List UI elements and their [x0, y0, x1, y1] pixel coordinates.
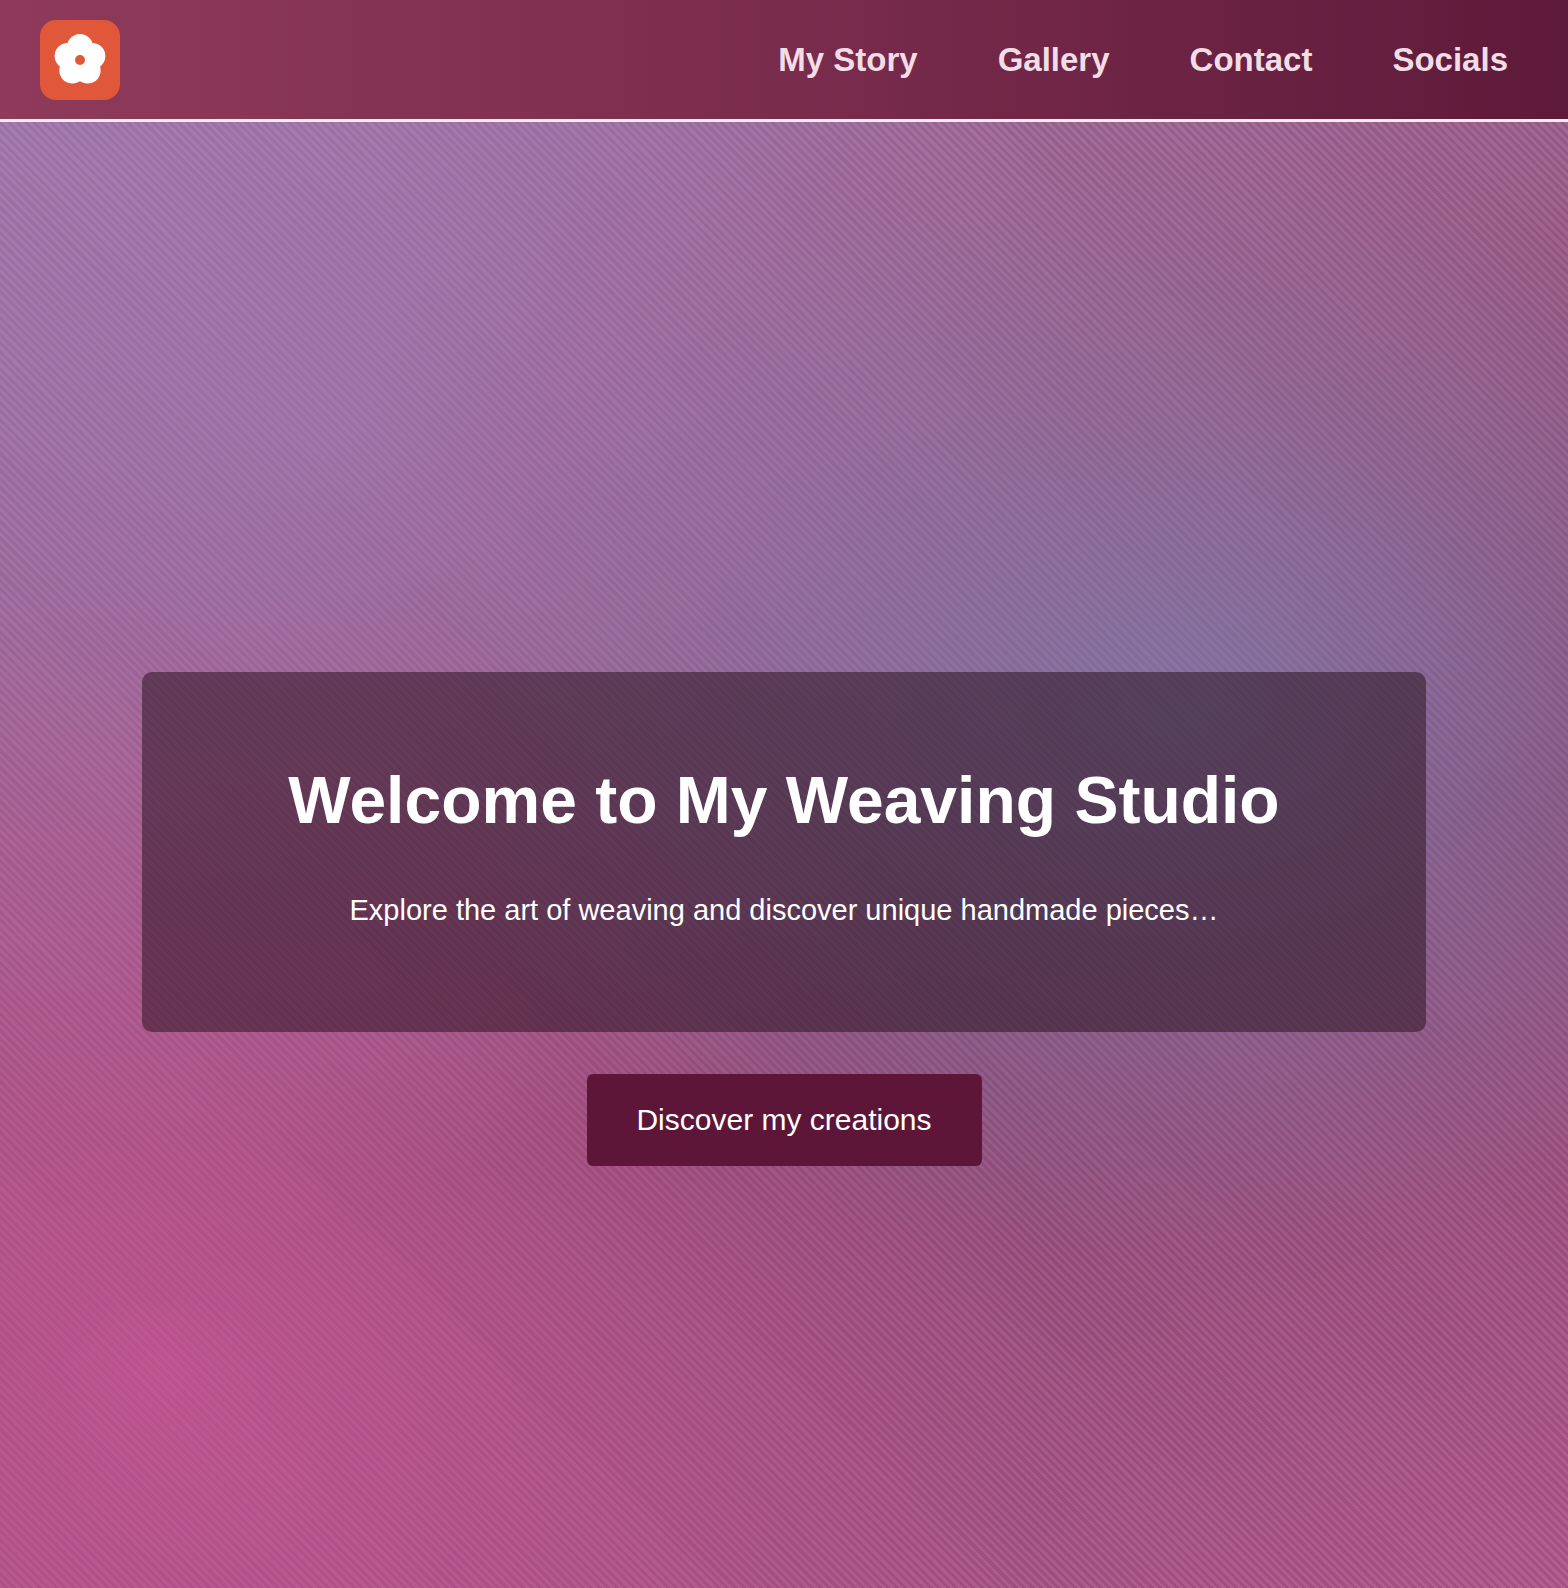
page: My Story Gallery Contact Socials Welcome to … [0, 0, 1568, 1588]
flower-icon [40, 20, 120, 100]
nav-link[interactable]: My Story [778, 41, 917, 79]
nav-link[interactable]: Contact [1190, 41, 1313, 79]
nav-link[interactable]: Gallery [998, 41, 1110, 79]
hero-subtitle: Explore the art of weaving and discover … [350, 894, 1219, 927]
discover-button[interactable]: Discover my creations [587, 1074, 982, 1166]
hero-title: Welcome to My Weaving Studio [288, 762, 1279, 838]
logo[interactable] [40, 20, 120, 100]
top-bar: My Story Gallery Contact Socials [0, 0, 1568, 122]
hero-panel: Welcome to My Weaving Studio Explore the … [142, 672, 1426, 1032]
nav-link[interactable]: Socials [1392, 41, 1508, 79]
nav-menu: My Story Gallery Contact Socials [778, 41, 1508, 79]
hero-photo: Welcome to My Weaving Studio Explore the … [0, 122, 1568, 1588]
